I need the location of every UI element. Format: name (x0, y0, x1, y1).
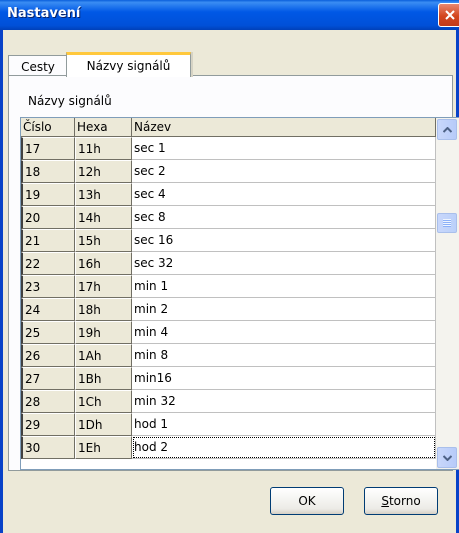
close-button[interactable] (438, 3, 459, 27)
column-header-hexa[interactable]: Hexa (75, 118, 132, 137)
cell-hex: 1Eh (75, 436, 132, 459)
table-row: 19 13h sec 4 (21, 183, 436, 206)
signal-names-grid[interactable]: Číslo Hexa Název 17 11h sec 1 18 12h sec… (20, 117, 459, 470)
storno-label: torno (388, 494, 421, 508)
storno-mnemonic: S (381, 494, 389, 508)
cell-hex: 17h (75, 275, 132, 298)
section-label: Názvy signálů (28, 94, 112, 108)
chevron-up-icon (442, 126, 452, 133)
table-row-selected: 30 1Eh hod 2 (21, 436, 436, 459)
cell-hex: 13h (75, 183, 132, 206)
cell-number: 29 (21, 413, 75, 436)
ok-button[interactable]: OK (270, 487, 344, 515)
cell-hex: 12h (75, 160, 132, 183)
cell-number: 20 (21, 206, 75, 229)
vertical-scrollbar[interactable] (436, 118, 459, 469)
column-header-cislo[interactable]: Číslo (21, 118, 75, 137)
table-row: 29 1Dh hod 1 (21, 413, 436, 436)
table-row: 20 14h sec 8 (21, 206, 436, 229)
cell-hex: 18h (75, 298, 132, 321)
close-icon (445, 10, 455, 20)
window-title: Nastavení (7, 6, 81, 21)
cell-name[interactable]: sec 2 (132, 160, 436, 183)
cell-name[interactable]: sec 16 (132, 229, 436, 252)
cell-number: 17 (21, 137, 75, 160)
cell-name[interactable]: sec 32 (132, 252, 436, 275)
cell-number: 30 (21, 436, 75, 459)
cell-name[interactable]: min 8 (132, 344, 436, 367)
table-row: 25 19h min 4 (21, 321, 436, 344)
cell-number: 22 (21, 252, 75, 275)
cell-number: 25 (21, 321, 75, 344)
window-frame-left (0, 30, 3, 533)
cell-number: 23 (21, 275, 75, 298)
cell-name[interactable]: min 4 (132, 321, 436, 344)
chevron-down-icon (442, 454, 452, 461)
tab-nazvy-signalu[interactable]: Názvy signálů (66, 52, 193, 77)
scroll-down-button[interactable] (437, 447, 457, 468)
cell-hex: 15h (75, 229, 132, 252)
cell-hex: 1Ah (75, 344, 132, 367)
cell-name[interactable]: min 32 (132, 390, 436, 413)
grid-header: Číslo Hexa Název (21, 118, 436, 137)
cell-number: 28 (21, 390, 75, 413)
title-bar: Nastavení (0, 0, 459, 30)
cell-name[interactable]: min16 (132, 367, 436, 390)
storno-button[interactable]: Storno (364, 487, 438, 515)
table-row: 21 15h sec 16 (21, 229, 436, 252)
tab-cesty[interactable]: Cesty (8, 55, 68, 77)
table-row: 17 11h sec 1 (21, 137, 436, 160)
table-row: 23 17h min 1 (21, 275, 436, 298)
grip-icon (443, 219, 451, 227)
table-row: 28 1Ch min 32 (21, 390, 436, 413)
column-header-nazev[interactable]: Název (132, 118, 436, 137)
cell-number: 27 (21, 367, 75, 390)
cell-hex: 11h (75, 137, 132, 160)
cell-name[interactable]: min 2 (132, 298, 436, 321)
cell-name[interactable]: sec 8 (132, 206, 436, 229)
table-row: 24 18h min 2 (21, 298, 436, 321)
cell-number: 26 (21, 344, 75, 367)
cell-name[interactable]: hod 1 (132, 413, 436, 436)
scroll-up-button[interactable] (437, 119, 457, 140)
table-row: 27 1Bh min16 (21, 367, 436, 390)
scroll-thumb[interactable] (437, 213, 457, 233)
table-row: 18 12h sec 2 (21, 160, 436, 183)
cell-number: 24 (21, 298, 75, 321)
cell-name-focused[interactable]: hod 2 (132, 436, 436, 459)
table-row: 22 16h sec 32 (21, 252, 436, 275)
cell-hex: 1Bh (75, 367, 132, 390)
cell-hex: 19h (75, 321, 132, 344)
cell-hex: 16h (75, 252, 132, 275)
cell-number: 18 (21, 160, 75, 183)
cell-hex: 14h (75, 206, 132, 229)
cell-name[interactable]: sec 4 (132, 183, 436, 206)
cell-name[interactable]: min 1 (132, 275, 436, 298)
cell-hex: 1Dh (75, 413, 132, 436)
cell-number: 21 (21, 229, 75, 252)
cell-hex: 1Ch (75, 390, 132, 413)
cell-number: 19 (21, 183, 75, 206)
table-row: 26 1Ah min 8 (21, 344, 436, 367)
cell-name[interactable]: sec 1 (132, 137, 436, 160)
